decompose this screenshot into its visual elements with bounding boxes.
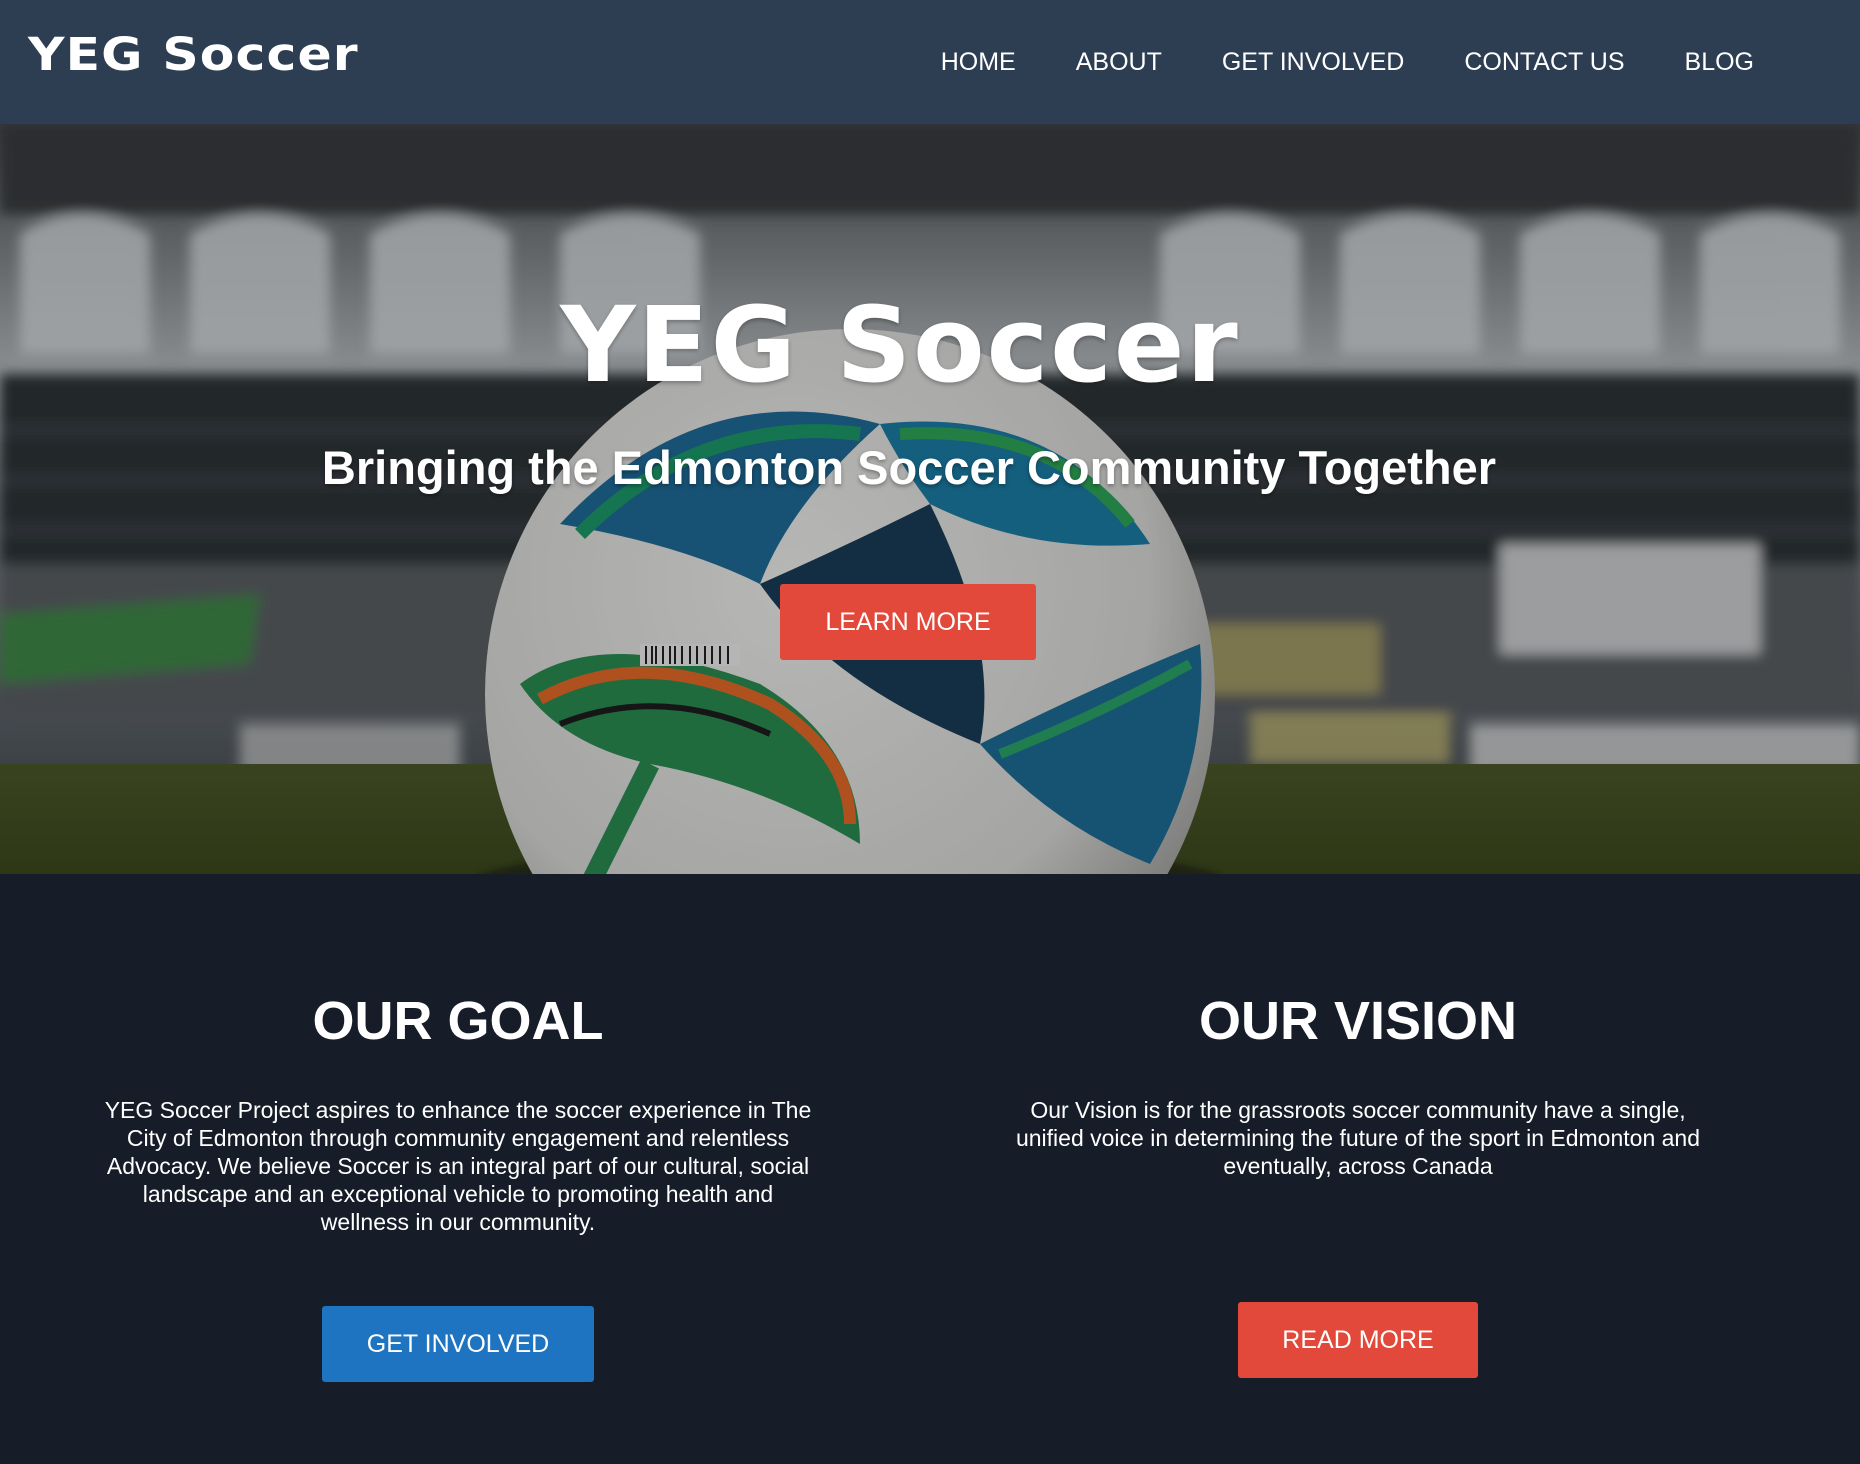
learn-more-button[interactable]: LEARN MORE bbox=[780, 584, 1036, 660]
nav-get-involved[interactable]: GET INVOLVED bbox=[1222, 48, 1404, 77]
hero-title: YEG Soccer bbox=[560, 284, 1240, 406]
vision-text: Our Vision is for the grassroots soccer … bbox=[1015, 1097, 1701, 1179]
main-nav: HOME ABOUT GET INVOLVED CONTACT US BLOG bbox=[941, 0, 1754, 124]
read-more-button[interactable]: READ MORE bbox=[1238, 1302, 1478, 1378]
nav-contact-us[interactable]: CONTACT US bbox=[1464, 48, 1624, 77]
goal-text: YEG Soccer Project aspires to enhance th… bbox=[104, 1097, 812, 1235]
vision-heading: OUR VISION bbox=[1198, 991, 1518, 1051]
nav-about[interactable]: ABOUT bbox=[1076, 48, 1162, 77]
get-involved-button[interactable]: GET INVOLVED bbox=[322, 1306, 594, 1382]
hero-section: YEG Soccer Bringing the Edmonton Soccer … bbox=[0, 124, 1860, 874]
hero-dark-overlay bbox=[0, 124, 1860, 874]
hero-subtitle: Bringing the Edmonton Soccer Community T… bbox=[321, 441, 1497, 494]
goal-heading: OUR GOAL bbox=[312, 991, 604, 1051]
nav-blog[interactable]: BLOG bbox=[1685, 48, 1754, 77]
navbar: YEG Soccer HOME ABOUT GET INVOLVED CONTA… bbox=[0, 0, 1860, 124]
nav-home[interactable]: HOME bbox=[941, 48, 1016, 77]
brand-logo[interactable]: YEG Soccer bbox=[28, 28, 359, 81]
